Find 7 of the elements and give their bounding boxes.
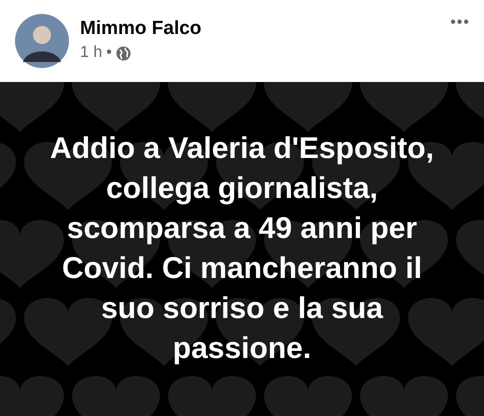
more-options-button[interactable]: ••• (450, 14, 470, 32)
separator-dot: • (106, 44, 112, 62)
post-time[interactable]: 1 h (80, 44, 102, 62)
globe-icon (116, 46, 131, 60)
post-text: Addio a Valeria d'Esposito, collega giornalista, scomparsa a 49 anni per Covid. Ci mancheranno il suo sorriso e la sua passione. (49, 131, 435, 367)
author-name[interactable]: Mimmo Falco (80, 18, 450, 40)
avatar-icon[interactable] (15, 14, 69, 68)
